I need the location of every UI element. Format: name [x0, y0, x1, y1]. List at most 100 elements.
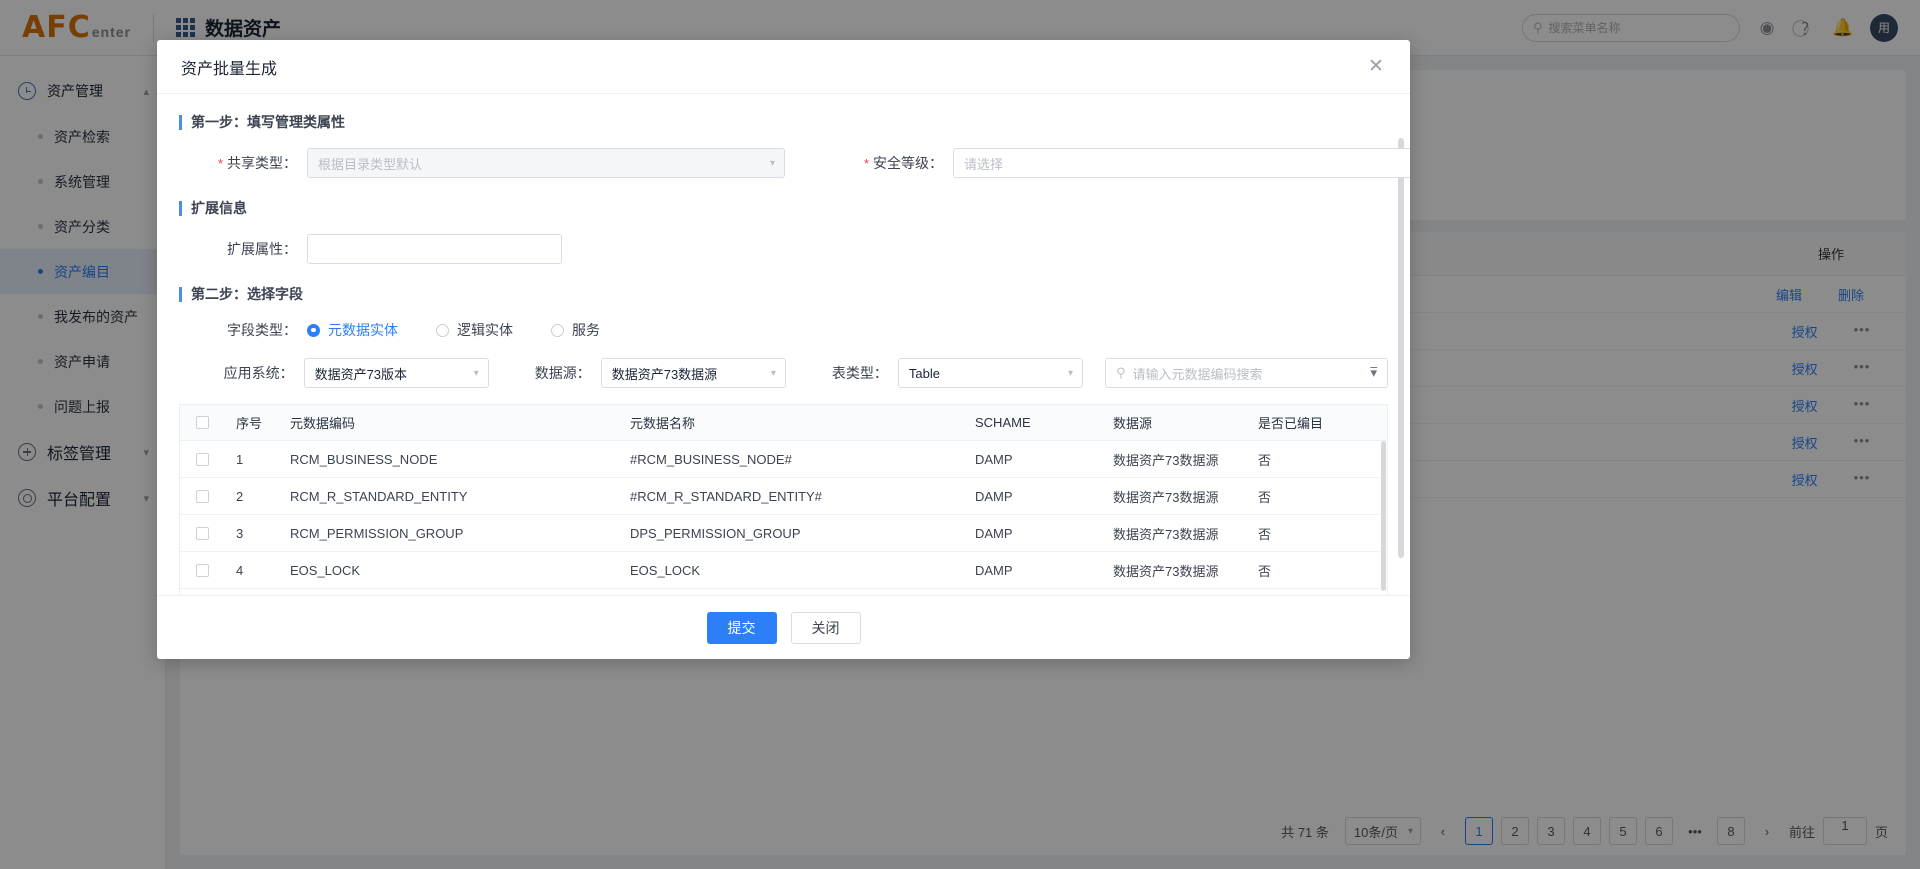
app-root: AFC enter 数据资产 ⚲ 搜索菜单名称 ◉ ?⃝ 🔔 用 资产管理 ▴	[0, 0, 1920, 869]
metadata-search-placeholder: 请输入元数据编码搜索	[1132, 366, 1263, 382]
cell-schema: DAMP	[975, 451, 1013, 467]
checkbox-icon	[195, 526, 209, 540]
filter-row: 应用系统： 数据资产73版本 ▾ 数据源： 数据资产73数据源 ▾ 表类型： T…	[179, 358, 1388, 388]
table-row[interactable]: 3 RCM_PERMISSION_GROUP DPS_PERMISSION_GR…	[180, 515, 1387, 552]
data-source-select[interactable]: 数据资产73数据源 ▾	[600, 358, 786, 388]
app-system-select[interactable]: 数据资产73版本 ▾	[303, 358, 489, 388]
modal-footer: 提交 关闭	[157, 595, 1410, 659]
table-type-select[interactable]: Table ▾	[897, 358, 1083, 388]
cell-data-source: 数据资产73数据源	[1113, 489, 1219, 505]
modal-body: 第一步：填写管理类属性 * 共享类型： 根据目录类型默认 ▾ * 安全等级： 请…	[157, 94, 1410, 595]
cell-index: 4	[236, 562, 244, 578]
field-type-label: 字段类型：	[227, 322, 297, 338]
checkbox-icon	[195, 563, 209, 577]
table-row[interactable]: 2 RCM_R_STANDARD_ENTITY #RCM_R_STANDARD_…	[180, 478, 1387, 515]
cell-schema: DAMP	[975, 525, 1013, 541]
extension-heading-wrap: 扩展信息	[179, 198, 1388, 218]
column-metadata-code: 元数据编码	[290, 416, 356, 431]
metadata-table: 序号 元数据编码 元数据名称 SCHAME 数据源 是否已编目 1 RCM_BU…	[179, 404, 1388, 595]
extension-attr-input[interactable]	[307, 234, 562, 264]
radio-icon	[551, 323, 564, 337]
data-source-label: 数据源：	[534, 365, 591, 381]
cell-data-source: 数据资产73数据源	[1113, 452, 1219, 468]
modal-header: 资产批量生成 ✕	[157, 40, 1410, 94]
cell-metadata-code: RCM_PERMISSION_GROUP	[290, 525, 464, 541]
row-checkbox[interactable]	[180, 489, 224, 503]
radio-icon	[307, 323, 320, 337]
metadata-search-input[interactable]: ⚲ 请输入元数据编码搜索 ▾̅	[1105, 358, 1388, 388]
share-type-field: * 共享类型： 根据目录类型默认 ▾	[179, 148, 785, 178]
chevron-down-icon: ▾	[473, 367, 479, 379]
checkbox-icon	[195, 489, 209, 503]
security-level-placeholder: 请选择	[964, 156, 1004, 172]
radio-label: 逻辑实体	[457, 322, 513, 338]
security-level-select[interactable]: 请选择 ▾	[953, 148, 1410, 178]
radio-metadata-entity[interactable]: 元数据实体	[307, 320, 398, 340]
step2-heading-wrap: 第二步：选择字段	[179, 284, 1388, 304]
close-icon[interactable]: ✕	[1364, 54, 1388, 78]
radio-icon	[436, 323, 449, 337]
table-row[interactable]: 1 RCM_BUSINESS_NODE #RCM_BUSINESS_NODE# …	[180, 441, 1387, 478]
table-scrollbar[interactable]	[1381, 441, 1386, 591]
radio-label: 元数据实体	[328, 322, 398, 338]
checkbox-icon	[195, 452, 209, 466]
row-checkbox[interactable]	[180, 526, 224, 540]
security-level-label: * 安全等级：	[863, 155, 943, 171]
field-type-row: 字段类型： 元数据实体 逻辑实体 服务	[179, 320, 1388, 340]
cell-metadata-name: #RCM_BUSINESS_NODE#	[630, 451, 792, 467]
cell-schema: DAMP	[975, 488, 1013, 504]
column-index: 序号	[236, 416, 263, 431]
extension-attr-label: 扩展属性：	[227, 241, 297, 257]
column-schema: SCHAME	[975, 415, 1031, 430]
radio-service[interactable]: 服务	[551, 320, 600, 340]
modal-scrollbar[interactable]	[1398, 138, 1404, 583]
funnel-icon[interactable]: ▾̅	[1370, 365, 1377, 381]
required-asterisk: *	[863, 155, 869, 171]
security-level-field: * 安全等级： 请选择 ▾	[835, 148, 1410, 178]
step1-form-row: * 共享类型： 根据目录类型默认 ▾ * 安全等级： 请选择 ▾	[179, 148, 1410, 178]
close-button[interactable]: 关闭	[790, 611, 861, 644]
batch-generate-modal: 资产批量生成 ✕ 第一步：填写管理类属性 * 共享类型： 根据目录类型默认 ▾	[157, 40, 1410, 659]
cell-metadata-code: RCM_R_STANDARD_ENTITY	[290, 488, 468, 504]
table-row[interactable]: 4 EOS_LOCK EOS_LOCK DAMP 数据资产73数据源 否	[180, 552, 1387, 589]
section-accent-bar	[179, 286, 182, 302]
share-type-label: * 共享类型：	[217, 155, 297, 171]
radio-logical-entity[interactable]: 逻辑实体	[436, 320, 513, 340]
row-checkbox[interactable]	[180, 452, 224, 466]
cell-cataloged: 否	[1258, 563, 1272, 579]
table-type-value: Table	[908, 365, 940, 381]
radio-label: 服务	[572, 322, 600, 338]
required-asterisk: *	[217, 155, 223, 171]
extension-form-row: 扩展属性：	[179, 234, 1388, 264]
step1-heading: 第一步：填写管理类属性	[191, 114, 345, 130]
checkbox-icon	[195, 416, 209, 429]
cell-index: 1	[236, 451, 244, 467]
table-type-label: 表类型：	[831, 365, 888, 381]
column-metadata-name: 元数据名称	[630, 416, 696, 431]
section-accent-bar	[179, 114, 182, 130]
chevron-down-icon: ▾	[1067, 367, 1073, 379]
data-source-value: 数据资产73数据源	[611, 366, 718, 382]
column-cataloged: 是否已编目	[1258, 416, 1324, 431]
cell-cataloged: 否	[1258, 489, 1272, 505]
share-type-select[interactable]: 根据目录类型默认 ▾	[307, 148, 785, 178]
select-all-checkbox[interactable]	[180, 416, 224, 429]
cell-metadata-code: RCM_BUSINESS_NODE	[290, 451, 438, 467]
table-row[interactable]	[180, 589, 1387, 595]
search-icon: ⚲	[1116, 365, 1126, 380]
column-data-source: 数据源	[1113, 416, 1153, 431]
section-accent-bar	[179, 200, 182, 216]
cell-metadata-code: EOS_LOCK	[290, 562, 361, 578]
modal-title: 资产批量生成	[181, 60, 278, 78]
share-type-value: 根据目录类型默认	[318, 156, 423, 172]
row-checkbox[interactable]	[180, 563, 224, 577]
cell-data-source: 数据资产73数据源	[1113, 563, 1219, 579]
cell-metadata-name: EOS_LOCK	[630, 562, 701, 578]
cell-index: 2	[236, 488, 244, 504]
table-header-row: 序号 元数据编码 元数据名称 SCHAME 数据源 是否已编目	[180, 405, 1387, 441]
step2-heading: 第二步：选择字段	[191, 286, 303, 302]
app-system-value: 数据资产73版本	[314, 366, 408, 382]
submit-button[interactable]: 提交	[706, 611, 777, 644]
app-system-label: 应用系统：	[223, 365, 294, 381]
cell-index: 3	[236, 525, 244, 541]
